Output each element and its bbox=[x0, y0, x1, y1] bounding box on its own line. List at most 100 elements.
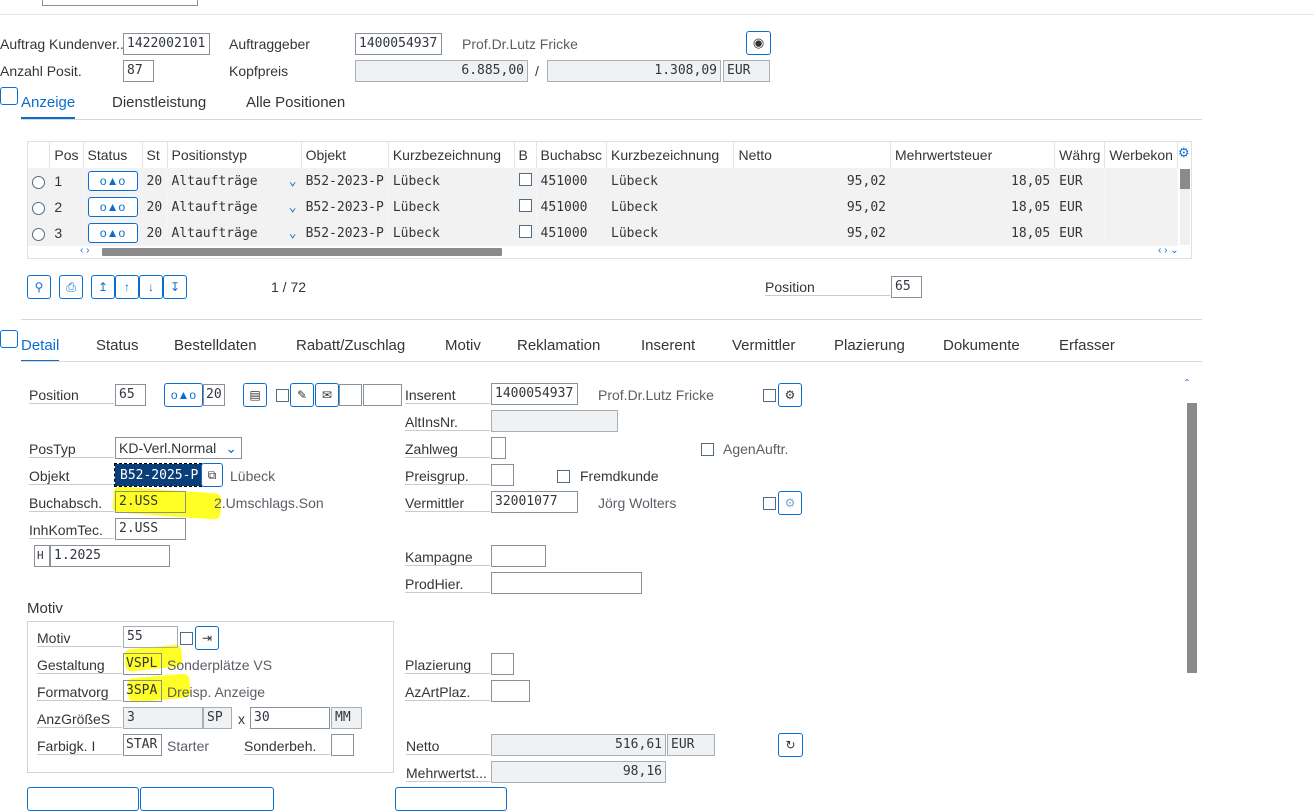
table-row[interactable]: 2 ο▲ο 20 Altaufträge ⌄ B52-2023-P Lübeck … bbox=[28, 194, 1178, 220]
inserent-field[interactable]: 1400054937 bbox=[491, 383, 578, 405]
plazierung-field[interactable] bbox=[491, 653, 514, 675]
vertical-scrollbar[interactable] bbox=[1180, 169, 1190, 245]
objekt-field[interactable]: B52-2025-P bbox=[114, 463, 202, 487]
inhkomtec-field[interactable]: 2.USS bbox=[115, 518, 186, 540]
row-radio[interactable] bbox=[32, 227, 45, 241]
document-button[interactable]: ▤ bbox=[243, 383, 267, 407]
agenauftr-checkbox[interactable] bbox=[701, 443, 714, 456]
col-st[interactable]: St bbox=[142, 142, 168, 168]
row-checkbox[interactable] bbox=[518, 199, 532, 212]
anzahl-field[interactable]: 87 bbox=[123, 60, 154, 82]
col-waehrung[interactable]: Währg bbox=[1054, 142, 1106, 168]
motiv-open-button[interactable]: ⇥ bbox=[195, 626, 219, 650]
col-objekt[interactable]: Objekt bbox=[301, 142, 389, 168]
cell-typ[interactable]: Altaufträge ⌄ bbox=[167, 168, 302, 194]
tab-status[interactable]: Status bbox=[96, 337, 139, 354]
anzgroesse-field2[interactable]: 30 bbox=[250, 707, 330, 729]
table-row[interactable]: 3 ο▲ο 20 Altaufträge ⌄ B52-2023-P Lübeck … bbox=[28, 220, 1178, 246]
detail-empty-field-1[interactable] bbox=[339, 384, 362, 406]
tab-anzeige[interactable]: Anzeige bbox=[21, 94, 76, 119]
auftrag-field[interactable]: 1422002101 bbox=[123, 33, 210, 55]
col-kurzbezeichnung2[interactable]: Kurzbezeichnung bbox=[606, 142, 735, 168]
row-radio[interactable] bbox=[32, 175, 45, 189]
preisgrup-field[interactable] bbox=[491, 464, 514, 486]
chevron-down-icon[interactable]: ⌄ bbox=[289, 226, 297, 241]
fremdkunde-checkbox[interactable] bbox=[557, 470, 570, 483]
col-kurzbezeichnung[interactable]: Kurzbezeichnung bbox=[388, 142, 515, 168]
tab-alle-positionen[interactable]: Alle Positionen bbox=[246, 94, 345, 111]
detail-position-field[interactable]: 65 bbox=[115, 384, 146, 406]
col-status[interactable]: Status bbox=[83, 142, 143, 168]
motiv-checkbox[interactable] bbox=[180, 632, 193, 645]
col-positionstyp[interactable]: Positionstyp bbox=[167, 142, 302, 168]
auftraggeber-field[interactable]: 1400054937 bbox=[355, 33, 442, 55]
inserent-checkbox[interactable] bbox=[763, 389, 776, 402]
zahlweg-field[interactable] bbox=[491, 437, 506, 459]
buchabsch-field[interactable]: 2.USS bbox=[115, 491, 186, 513]
scroll-top-button[interactable]: ↥ bbox=[91, 275, 115, 299]
chevron-down-icon[interactable]: ⌄ bbox=[289, 200, 297, 215]
settings-gear-icon[interactable]: ⚙ bbox=[1178, 145, 1190, 161]
bottom-button-2[interactable] bbox=[140, 787, 274, 811]
top-input[interactable] bbox=[42, 0, 198, 6]
scroll-left-right-icon[interactable]: ‹ › bbox=[80, 245, 89, 256]
detail-scroll-up-icon[interactable]: ˆ bbox=[1185, 377, 1189, 391]
scroll-down-button[interactable]: ↓ bbox=[139, 275, 163, 299]
tab-bestelldaten[interactable]: Bestelldaten bbox=[174, 337, 257, 354]
detail-checkbox-1[interactable] bbox=[276, 389, 289, 402]
vermittler-checkbox[interactable] bbox=[763, 497, 776, 510]
col-mehrwertsteuer[interactable]: Mehrwertsteuer bbox=[890, 142, 1056, 168]
vermittler-partner-button[interactable]: ⚙ bbox=[778, 491, 802, 515]
table-position-field[interactable]: 65 bbox=[891, 276, 922, 298]
scroll-right-icon[interactable]: ‹ › ⌄ bbox=[1158, 245, 1179, 256]
print-button[interactable]: ⎙ bbox=[59, 275, 83, 299]
azartplaz-field[interactable] bbox=[491, 680, 530, 702]
row-checkbox[interactable] bbox=[518, 225, 532, 238]
formatvorg-field[interactable]: 3SPA bbox=[123, 680, 162, 702]
tab-vermittler[interactable]: Vermittler bbox=[732, 337, 795, 354]
h-field[interactable]: H bbox=[34, 545, 50, 567]
bottom-button-3[interactable] bbox=[395, 787, 507, 811]
tab-inserent[interactable]: Inserent bbox=[641, 337, 695, 354]
detail-status-button[interactable]: ο▲ο bbox=[164, 383, 203, 407]
status-button[interactable]: ο▲ο bbox=[87, 223, 138, 243]
detail-vertical-scrollbar[interactable] bbox=[1187, 403, 1197, 673]
mail-button[interactable]: ✉ bbox=[315, 383, 339, 407]
table-row[interactable]: 1 ο▲ο 20 Altaufträge ⌄ B52-2023-P Lübeck … bbox=[28, 168, 1178, 194]
sonderbeh-field[interactable] bbox=[331, 734, 354, 756]
tab-reklamation[interactable]: Reklamation bbox=[517, 337, 600, 354]
period-field[interactable]: 1.2025 bbox=[50, 545, 170, 567]
tab-dokumente[interactable]: Dokumente bbox=[943, 337, 1020, 354]
vermittler-field[interactable]: 32001077 bbox=[491, 491, 578, 513]
tab-erfasser[interactable]: Erfasser bbox=[1059, 337, 1115, 354]
farbigk-field[interactable]: STAR bbox=[123, 734, 162, 756]
bottom-button-1[interactable] bbox=[27, 787, 139, 811]
row-checkbox[interactable] bbox=[518, 173, 532, 186]
kampagne-field[interactable] bbox=[491, 545, 546, 567]
tab-detail[interactable]: Detail bbox=[21, 337, 60, 362]
tab-dienstleistung[interactable]: Dienstleistung bbox=[112, 94, 206, 111]
motiv-field[interactable]: 55 bbox=[123, 626, 178, 648]
objekt-copy-button[interactable]: ⧉ bbox=[201, 463, 223, 487]
col-netto[interactable]: Netto bbox=[733, 142, 891, 168]
scroll-bottom-button[interactable]: ↧ bbox=[163, 275, 187, 299]
expand-icon[interactable] bbox=[0, 87, 18, 105]
tab-motiv[interactable]: Motiv bbox=[445, 337, 481, 354]
detail-empty-field-2[interactable] bbox=[363, 384, 402, 406]
tab-rabatt-zuschlag[interactable]: Rabatt/Zuschlag bbox=[296, 337, 405, 354]
col-werbekon[interactable]: Werbekon bbox=[1104, 142, 1178, 168]
gestaltung-field[interactable]: VSPL bbox=[123, 653, 162, 675]
expand-detail-icon[interactable] bbox=[0, 330, 18, 348]
cell-typ[interactable]: Altaufträge ⌄ bbox=[167, 220, 302, 246]
note-button[interactable]: ✎ bbox=[290, 383, 314, 407]
horizontal-scrollbar[interactable] bbox=[102, 248, 502, 256]
row-radio[interactable] bbox=[32, 201, 45, 215]
col-b[interactable]: B bbox=[514, 142, 537, 168]
tab-plazierung[interactable]: Plazierung bbox=[834, 337, 905, 354]
inserent-partner-button[interactable]: ⚙ bbox=[778, 383, 802, 407]
postyp-select[interactable]: KD-Verl.Normal ⌄ bbox=[115, 437, 242, 459]
zoom-button[interactable]: ⚲ bbox=[27, 275, 51, 299]
chevron-down-icon[interactable]: ⌄ bbox=[289, 174, 297, 189]
col-pos[interactable]: Pos bbox=[49, 142, 84, 168]
status-button[interactable]: ο▲ο bbox=[87, 197, 138, 217]
